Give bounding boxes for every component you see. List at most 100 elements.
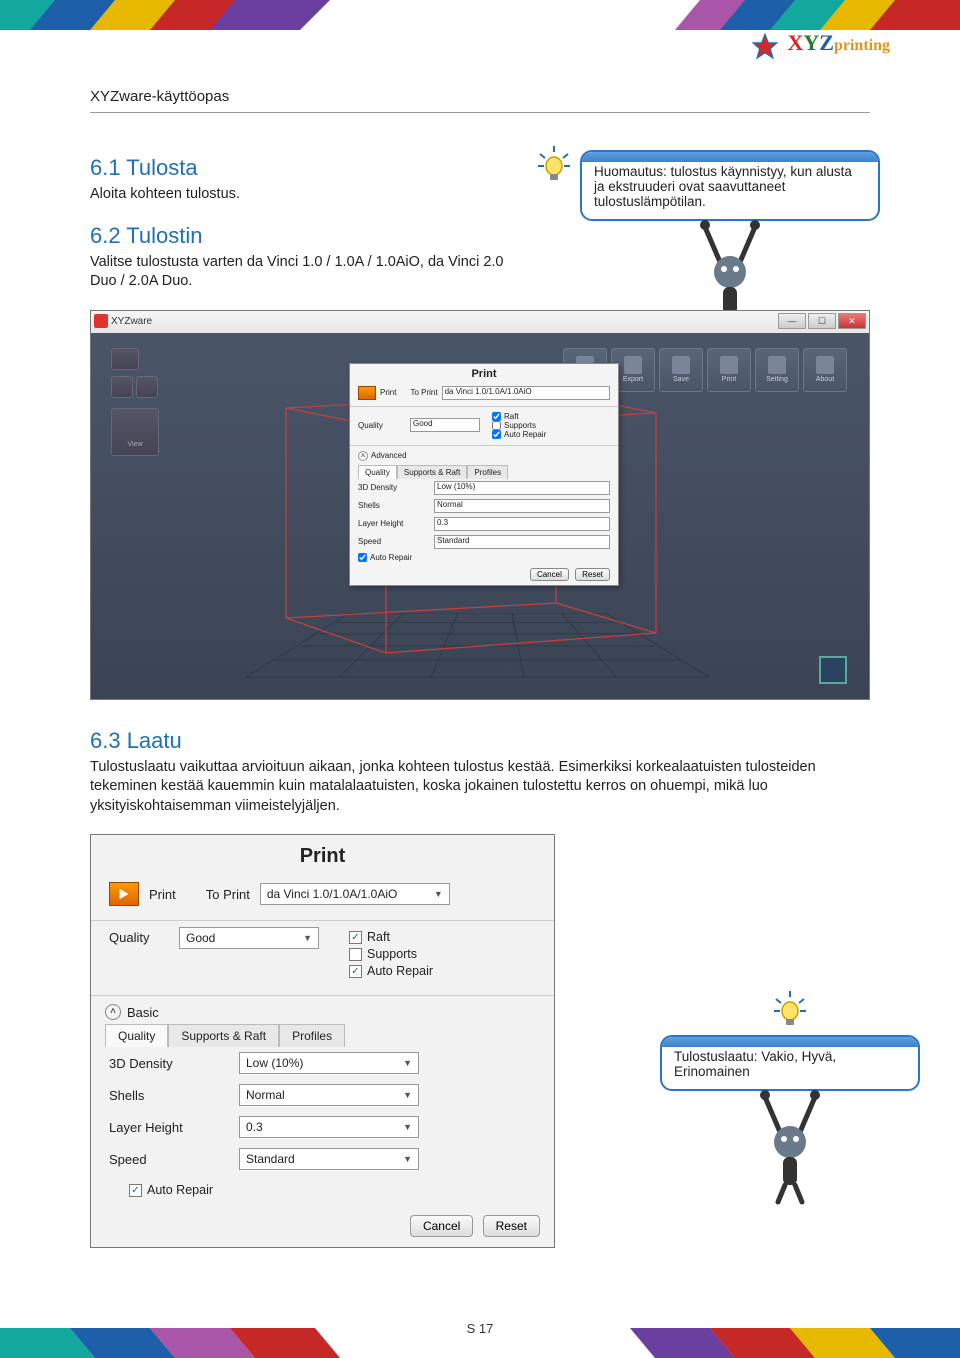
tab-supports-raft-big[interactable]: Supports & Raft: [168, 1024, 279, 1047]
axis-indicator-icon: [819, 656, 847, 684]
tool-minus-icon[interactable]: [111, 376, 133, 398]
tool-plus-icon[interactable]: [136, 376, 158, 398]
basic-toggle[interactable]: ˄Basic: [91, 996, 554, 1024]
quality-label-big: Quality: [109, 927, 169, 945]
close-button[interactable]: ✕: [838, 313, 866, 329]
app-icon: [94, 314, 108, 328]
window-controls: — ☐ ✕: [778, 313, 866, 329]
speed-select[interactable]: Standard: [434, 535, 610, 549]
chevron-down-icon: ▼: [403, 1154, 412, 1164]
supports-checkbox[interactable]: Supports: [492, 421, 546, 430]
lightbulb-icon: [534, 144, 574, 184]
left-toolbar: View: [111, 348, 159, 456]
save-icon: [672, 356, 690, 374]
body-6-2: Valitse tulostusta varten da Vinci 1.0 /…: [90, 253, 520, 292]
dialog-title-big: Print: [91, 835, 554, 876]
cancel-button[interactable]: Cancel: [530, 568, 569, 581]
decorative-ribbon-top: [0, 0, 960, 30]
tab-profiles-big[interactable]: Profiles: [279, 1024, 345, 1047]
build-platform-grid: [246, 613, 709, 679]
raft-checkbox[interactable]: Raft: [492, 412, 546, 421]
info-icon: [816, 356, 834, 374]
printer-select[interactable]: da Vinci 1.0/1.0A/1.0AiO: [442, 386, 610, 400]
layer-height-label-big: Layer Height: [109, 1120, 229, 1135]
auto-repair-checkbox[interactable]: Auto Repair: [492, 430, 546, 439]
auto-repair-checkbox-big[interactable]: ✓Auto Repair: [349, 964, 433, 978]
density-select-big[interactable]: Low (10%)▼: [239, 1052, 419, 1074]
tab-supports-raft[interactable]: Supports & Raft: [397, 465, 467, 479]
print-dialog-large: Print Print To Print da Vinci 1.0/1.0A/1…: [90, 834, 555, 1248]
print-dialog-small: Print Print To Print da Vinci 1.0/1.0A/1…: [349, 363, 619, 586]
tab-quality[interactable]: Quality: [358, 465, 397, 479]
minimize-button[interactable]: —: [778, 313, 806, 329]
print-label: Print: [380, 388, 396, 397]
view-cube[interactable]: View: [111, 408, 159, 456]
setting-button[interactable]: Setting: [755, 348, 799, 392]
lightbulb-icon: [770, 989, 810, 1029]
to-print-label-big: To Print: [206, 887, 250, 902]
chevron-down-icon: ▼: [303, 933, 312, 943]
print-button[interactable]: Print: [707, 348, 751, 392]
gear-icon: [768, 356, 786, 374]
xyzware-screenshot: XYZware — ☐ ✕ View Import Export Save P: [90, 310, 870, 700]
speed-label: Speed: [358, 537, 428, 546]
shells-label-big: Shells: [109, 1088, 229, 1103]
tab-quality-big[interactable]: Quality: [105, 1024, 168, 1047]
tip-2-text: Tulostuslaatu: Vakio, Hyvä, Erinomainen: [674, 1049, 906, 1079]
reset-button[interactable]: Reset: [575, 568, 610, 581]
density-select[interactable]: Low (10%): [434, 481, 610, 495]
advanced-toggle[interactable]: ˄Advanced: [350, 449, 618, 463]
heading-6-3: 6.3 Laatu: [90, 728, 880, 754]
auto-repair-checkbox-2[interactable]: Auto Repair: [358, 553, 412, 562]
layer-height-select[interactable]: 0.3: [434, 517, 610, 531]
chevron-down-icon: ▼: [403, 1090, 412, 1100]
quality-select[interactable]: Good: [410, 418, 480, 432]
speed-select-big[interactable]: Standard▼: [239, 1148, 419, 1170]
layer-height-label: Layer Height: [358, 519, 428, 528]
guide-title: XYZware-käyttöopas: [90, 88, 229, 105]
chevron-down-icon: ▼: [403, 1122, 412, 1132]
chevron-up-icon: ˄: [105, 1004, 121, 1020]
shells-label: Shells: [358, 501, 428, 510]
body-6-3: Tulostuslaatu vaikuttaa arvioituun aikaa…: [90, 758, 880, 817]
density-label: 3D Density: [358, 483, 428, 492]
shells-select[interactable]: Normal: [434, 499, 610, 513]
decorative-ribbon-bottom: [0, 1328, 960, 1358]
window-title: XYZware: [111, 316, 152, 327]
tab-profiles[interactable]: Profiles: [467, 465, 508, 479]
print-action-button[interactable]: [358, 386, 376, 400]
raft-checkbox-big[interactable]: ✓Raft: [349, 930, 433, 944]
printer-select-big[interactable]: da Vinci 1.0/1.0A/1.0AiO▼: [260, 883, 450, 905]
reset-button-big[interactable]: Reset: [483, 1215, 540, 1237]
speed-label-big: Speed: [109, 1152, 229, 1167]
dialog-title: Print: [350, 364, 618, 384]
title-underline: [90, 112, 870, 113]
mascot-icon: [690, 217, 770, 317]
supports-checkbox-big[interactable]: Supports: [349, 947, 433, 961]
layer-height-select-big[interactable]: 0.3▼: [239, 1116, 419, 1138]
brand-logo: XYZprinting: [750, 30, 890, 61]
auto-repair-checkbox-big-2[interactable]: ✓Auto Repair: [129, 1183, 213, 1197]
window-titlebar: XYZware — ☐ ✕: [91, 311, 869, 333]
export-icon: [624, 356, 642, 374]
quality-label: Quality: [358, 421, 406, 430]
shells-select-big[interactable]: Normal▼: [239, 1084, 419, 1106]
chevron-down-icon: ▼: [403, 1058, 412, 1068]
save-button[interactable]: Save: [659, 348, 703, 392]
tip-callout-2: Tulostuslaatu: Vakio, Hyvä, Erinomainen: [660, 989, 920, 1187]
to-print-label: To Print: [410, 388, 437, 397]
maximize-button[interactable]: ☐: [808, 313, 836, 329]
chevron-up-icon: ˄: [358, 451, 368, 461]
quality-select-big[interactable]: Good▼: [179, 927, 319, 949]
print-action-button-big[interactable]: [109, 882, 139, 906]
mascot-icon: [750, 1087, 830, 1187]
density-label-big: 3D Density: [109, 1056, 229, 1071]
tool-layers-icon[interactable]: [111, 348, 139, 370]
about-button[interactable]: About: [803, 348, 847, 392]
print-icon: [720, 356, 738, 374]
tip-callout-1: Huomautus: tulostus käynnistyy, kun alus…: [580, 150, 880, 317]
print-label-big: Print: [149, 887, 176, 902]
chevron-down-icon: ▼: [434, 889, 443, 899]
tip-1-text: Huomautus: tulostus käynnistyy, kun alus…: [594, 164, 866, 209]
cancel-button-big[interactable]: Cancel: [410, 1215, 473, 1237]
